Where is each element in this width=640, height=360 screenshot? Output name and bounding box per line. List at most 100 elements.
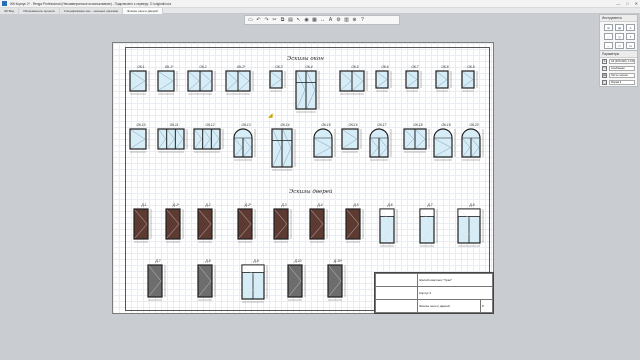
window-label: ОК-16 [348, 123, 358, 127]
door-sketch[interactable]: Д-8 [197, 259, 219, 303]
door-sketch[interactable]: Д-8 [457, 203, 487, 249]
window-label: ОК-8 [441, 65, 449, 69]
door-sketch[interactable]: Д-9 [241, 259, 271, 305]
minimize-button[interactable]: — [616, 1, 620, 6]
window-sketch[interactable]: ОК-19 [433, 123, 459, 163]
window-drawing [233, 128, 256, 161]
param-value-field[interactable]: Форма 3 [609, 80, 635, 85]
redo-icon[interactable]: ↷ [263, 17, 270, 24]
window-sketch[interactable]: ОК-6 [375, 65, 395, 94]
window-label: ОК-12 [205, 123, 215, 127]
param-value-field[interactable]: Альбомная [609, 66, 635, 71]
window-sketch[interactable]: ОК-18 [403, 123, 433, 155]
window-label: ОК-11 [169, 123, 179, 127]
door-sketch[interactable]: Д-5 [345, 203, 367, 245]
window-sketch[interactable]: ОК-16 [341, 123, 365, 155]
door-drawing [165, 208, 184, 243]
dimension-icon[interactable]: ↔ [319, 17, 326, 24]
window-sketch[interactable]: ОК-14 [271, 123, 299, 173]
tool-button-4[interactable]: ◫ [615, 33, 624, 40]
window-drawing [339, 70, 368, 95]
window-sketch[interactable]: ОК-9 [461, 65, 481, 94]
window-sketch[interactable]: ОК-13 [233, 123, 259, 163]
door-sketch[interactable]: Д-6 [379, 203, 401, 249]
window-drawing [435, 70, 452, 92]
mouse-cursor-icon: ◢ [268, 113, 273, 119]
window-sketch[interactable]: ОК-7 [405, 65, 425, 94]
maximize-button[interactable]: □ [626, 1, 628, 6]
close-button[interactable]: ✕ [635, 1, 638, 6]
door-sketch[interactable]: Д-4 [309, 203, 331, 245]
title-bar: ЖК Корпус 2* - Renga Professional (Неком… [0, 0, 640, 8]
tool-button-1[interactable]: ▤ [615, 24, 624, 31]
tool-button-7[interactable]: ▭ [615, 42, 624, 49]
tools-panel: Инструменты ⊞ ▤ A ⬚ ◫ T ⌐ ▭ ⊟ [599, 14, 638, 52]
door-sketch[interactable]: Д-1* [165, 203, 187, 245]
tool-button-8[interactable]: ⊟ [626, 42, 635, 49]
param-row: ◻ Форма 3 [600, 79, 637, 86]
window-drawing [193, 128, 224, 153]
view-icon[interactable]: ◉ [303, 17, 310, 24]
new-icon[interactable]: ▭ [247, 17, 254, 24]
door-drawing [133, 208, 152, 243]
window-sketch[interactable]: ОК-8 [435, 65, 455, 94]
tool-button-6[interactable]: ⌐ [604, 42, 613, 49]
window-sketch[interactable]: ОК-1* [157, 65, 181, 97]
door-label: Д-2 [205, 203, 211, 207]
paste-icon[interactable]: ▤ [287, 17, 294, 24]
door-sketch[interactable]: Д-10* [327, 259, 349, 303]
window-sketch[interactable]: ОК-1 [129, 65, 153, 97]
door-sketch[interactable]: Д-7 [147, 259, 169, 303]
window-label: ОК-4 [305, 65, 313, 69]
window-sketch[interactable]: ОК-17 [369, 123, 395, 163]
undo-icon[interactable]: ↶ [255, 17, 262, 24]
copy-icon[interactable]: ⧉ [279, 17, 286, 24]
tool-button-5[interactable]: T [626, 33, 635, 40]
window-label: ОК-6 [381, 65, 389, 69]
param-icon: ▤ [602, 73, 607, 78]
param-value-field[interactable]: А3 (297x420), 1:100 [609, 59, 635, 64]
window-label: ОК-19 [441, 123, 451, 127]
window-sketch[interactable]: ОК-3 [269, 65, 289, 94]
zoom-icon[interactable]: ⊕ [351, 17, 358, 24]
window-sketch[interactable]: ОК-5 [339, 65, 371, 97]
help-icon[interactable]: ? [359, 17, 366, 24]
param-value-field[interactable]: Листы чертеж. [609, 73, 635, 78]
title-block: Жилой комплекс "Урал" Корпус 2 Эскизы ок… [374, 272, 494, 314]
door-sketch[interactable]: Д-10 [287, 259, 309, 303]
param-icon: ◻ [602, 80, 607, 85]
stamp-empty-cell [375, 286, 418, 300]
window-sketch[interactable]: ОК-20 [461, 123, 487, 163]
window-sketch[interactable]: ОК-15 [313, 123, 339, 163]
window-drawing [375, 70, 392, 92]
door-sketch[interactable]: Д-7 [419, 203, 441, 249]
window-sketch[interactable]: ОК-12 [193, 123, 227, 155]
window-sketch[interactable]: ОК-10 [129, 123, 153, 155]
tool-button-3[interactable]: ⬚ [604, 33, 613, 40]
window-label: ОК-10 [136, 123, 146, 127]
tool-button-2[interactable]: A [626, 24, 635, 31]
params-panel-title: Параметры [600, 51, 637, 58]
door-sketch[interactable]: Д-2* [237, 203, 259, 245]
grid-icon[interactable]: ▥ [343, 17, 350, 24]
door-label: Д-1 [141, 203, 147, 207]
tool-button-0[interactable]: ⊞ [604, 24, 613, 31]
door-sketch[interactable]: Д-3 [273, 203, 295, 245]
window-drawing [461, 70, 478, 92]
window-controls: — □ ✕ [616, 1, 638, 6]
window-sketch[interactable]: ОК-2* [225, 65, 257, 97]
door-label: Д-10 [294, 259, 302, 263]
settings-icon[interactable]: ⚙ [335, 17, 342, 24]
window-sketch[interactable]: ОК-11 [157, 123, 191, 155]
door-label: Д-1* [172, 203, 180, 207]
window-label: ОК-5 [351, 65, 359, 69]
cut-icon[interactable]: ✂ [271, 17, 278, 24]
door-sketch[interactable]: Д-1 [133, 203, 155, 245]
window-sketch[interactable]: ОК-4 [295, 65, 323, 115]
layers-icon[interactable]: ▦ [311, 17, 318, 24]
window-sketch[interactable]: ОК-2 [187, 65, 219, 97]
text-icon[interactable]: A [327, 17, 334, 24]
door-label: Д-10* [333, 259, 343, 263]
select-icon[interactable]: ↖ [295, 17, 302, 24]
door-sketch[interactable]: Д-2 [197, 203, 219, 245]
